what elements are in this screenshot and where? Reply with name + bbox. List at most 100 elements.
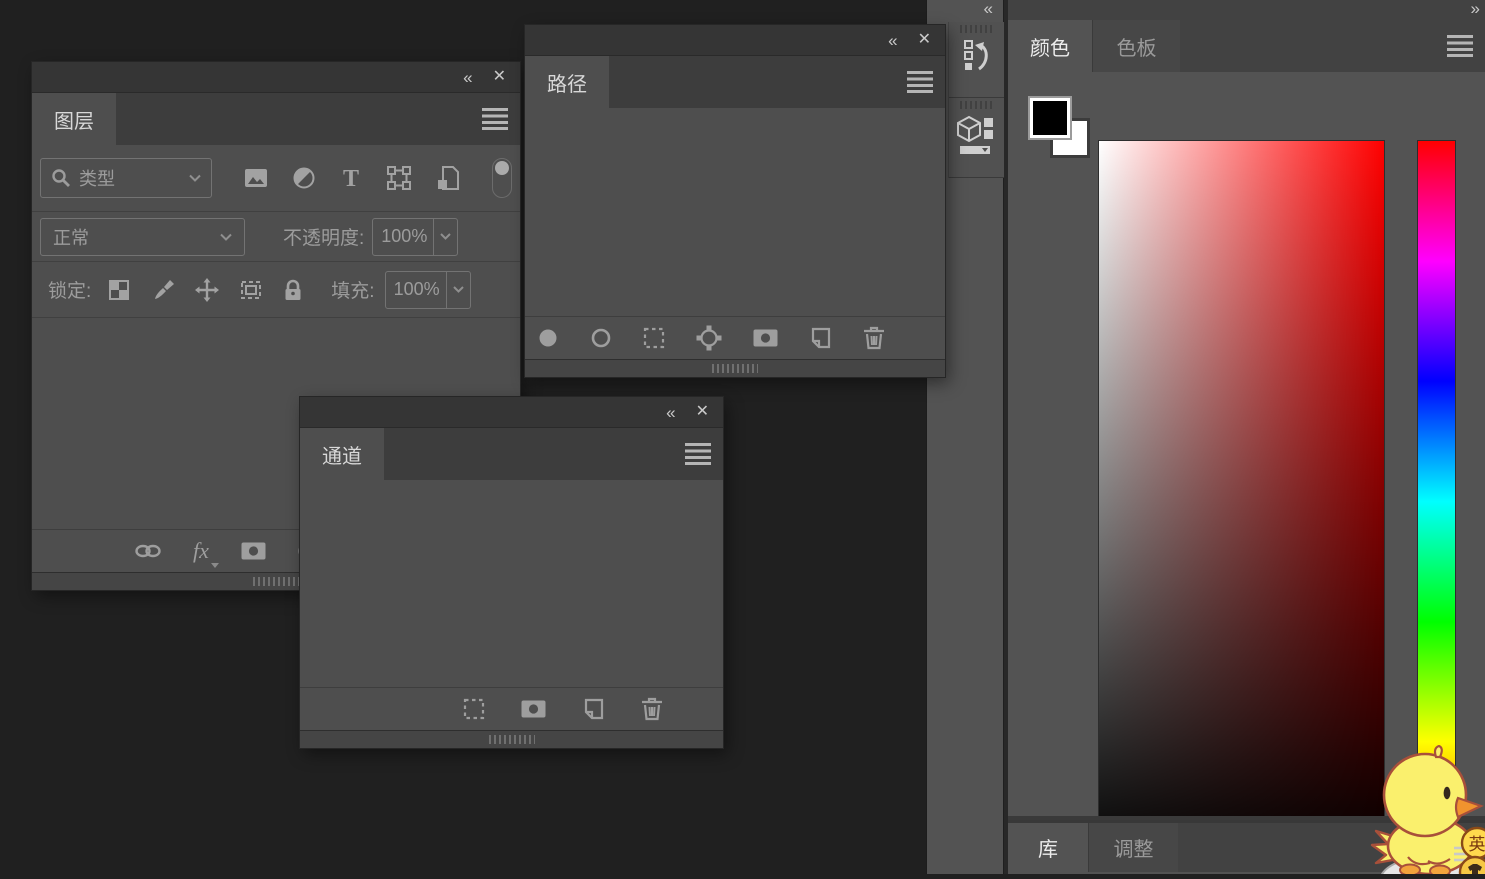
fill-dropdown[interactable] xyxy=(446,272,470,308)
filter-type-label: 类型 xyxy=(79,165,115,191)
layer-filter-toggle[interactable] xyxy=(492,158,512,198)
fill-input[interactable]: 100% xyxy=(385,271,471,309)
layer-filter-type-select[interactable]: 类型 xyxy=(40,158,212,198)
lock-all-icon[interactable] xyxy=(283,279,303,301)
history-panel-icon xyxy=(961,39,993,75)
fx-label: fx xyxy=(193,538,209,563)
close-panel-button[interactable]: ✕ xyxy=(696,404,709,420)
shape-layer-filter-icon[interactable] xyxy=(387,166,411,190)
foreground-color-swatch[interactable] xyxy=(1028,96,1072,140)
channels-footer xyxy=(300,687,723,730)
duck-foot xyxy=(1400,865,1420,875)
grip-hatch xyxy=(489,735,535,744)
paths-footer xyxy=(525,316,945,359)
tab-libraries[interactable]: 库 xyxy=(1008,823,1088,872)
lock-row: 锁定: xyxy=(32,262,520,318)
adjustment-layer-filter-icon[interactable] xyxy=(293,167,315,189)
ime-language-badge[interactable]: 英 xyxy=(1462,828,1485,858)
paths-list-empty xyxy=(525,108,945,316)
pixel-layer-filter-icon[interactable] xyxy=(244,168,268,188)
dock-header: » xyxy=(1008,0,1485,20)
close-panel-button[interactable]: ✕ xyxy=(918,32,931,48)
paths-panel: « ✕ 路径 xyxy=(525,25,945,377)
channels-list-empty xyxy=(300,480,723,687)
duck-foot xyxy=(1430,866,1450,875)
tab-adjustments[interactable]: 调整 xyxy=(1088,823,1178,872)
toggle-knob xyxy=(495,161,509,175)
duck-beak xyxy=(1456,798,1481,817)
delete-path-icon[interactable] xyxy=(863,326,885,350)
lock-transparency-icon[interactable] xyxy=(109,280,129,300)
load-channel-selection-icon[interactable] xyxy=(463,698,485,720)
link-layers-icon[interactable] xyxy=(135,544,161,558)
chevron-down-icon xyxy=(220,233,232,241)
foreground-color-fill xyxy=(1033,101,1067,135)
delete-channel-icon[interactable] xyxy=(641,697,663,721)
new-path-icon[interactable] xyxy=(809,327,832,349)
type-layer-filter-icon[interactable]: T xyxy=(340,167,362,189)
duck-mascot[interactable]: 英 xyxy=(1368,745,1485,874)
drag-grip[interactable] xyxy=(960,25,994,33)
panel-menu-icon[interactable] xyxy=(482,108,508,130)
tab-paths[interactable]: 路径 xyxy=(525,56,609,108)
duck-head xyxy=(1384,754,1466,836)
tab-channels[interactable]: 通道 xyxy=(300,428,384,480)
opacity-value: 100% xyxy=(373,226,433,247)
saturation-brightness-field[interactable] xyxy=(1098,140,1385,863)
panel-resize-grip[interactable] xyxy=(300,730,723,748)
strip-buttons xyxy=(948,22,1004,178)
smart-object-filter-icon[interactable] xyxy=(436,166,460,190)
fill-path-icon[interactable] xyxy=(537,327,559,349)
collapse-panel-button[interactable]: « xyxy=(666,404,675,421)
drag-grip[interactable] xyxy=(960,101,994,109)
load-path-selection-icon[interactable] xyxy=(643,327,665,349)
tab-swatches[interactable]: 色板 xyxy=(1092,20,1180,72)
collapse-strip-button[interactable]: « xyxy=(984,0,993,17)
3d-panel-button[interactable] xyxy=(949,98,1004,178)
lock-label: 锁定: xyxy=(48,276,91,303)
channels-titlebar[interactable]: « ✕ xyxy=(300,397,723,428)
lock-position-icon[interactable] xyxy=(195,278,219,302)
close-panel-button[interactable]: ✕ xyxy=(493,69,506,85)
lock-artboard-icon[interactable] xyxy=(239,279,263,301)
duck-eye xyxy=(1444,787,1451,799)
svg-text:T: T xyxy=(343,167,359,189)
panel-resize-grip[interactable] xyxy=(525,359,945,377)
layer-style-icon[interactable]: fx xyxy=(193,538,209,564)
opacity-input[interactable]: 100% xyxy=(372,218,458,256)
channels-panel: « ✕ 通道 xyxy=(300,397,723,748)
paths-tabrow: 路径 xyxy=(525,56,945,108)
layers-tabrow: 图层 xyxy=(32,93,520,145)
collapse-panel-button[interactable]: « xyxy=(463,69,472,86)
tab-layers[interactable]: 图层 xyxy=(32,93,116,145)
fx-dropdown-arrow xyxy=(211,563,219,568)
color-panel-tabs: 颜色 色板 xyxy=(1008,20,1485,72)
blend-mode-row: 正常 不透明度: 100% xyxy=(32,212,520,262)
grip-hatch xyxy=(712,364,758,373)
channels-tabrow: 通道 xyxy=(300,428,723,480)
add-layer-mask-icon[interactable] xyxy=(241,542,266,560)
panel-menu-icon[interactable] xyxy=(907,71,933,93)
layers-titlebar[interactable]: « ✕ xyxy=(32,62,520,93)
layer-filter-row: 类型 T xyxy=(32,145,520,212)
opacity-dropdown[interactable] xyxy=(433,219,457,255)
add-mask-icon[interactable] xyxy=(753,329,778,347)
chevron-down-icon xyxy=(440,233,451,240)
color-panel-content xyxy=(1008,72,1485,816)
blend-mode-select[interactable]: 正常 xyxy=(40,218,245,256)
search-icon xyxy=(51,168,71,188)
3d-panel-icon xyxy=(957,114,997,158)
new-channel-icon[interactable] xyxy=(582,698,605,720)
panel-menu-icon[interactable] xyxy=(685,443,711,465)
paths-titlebar[interactable]: « ✕ xyxy=(525,25,945,56)
history-panel-button[interactable] xyxy=(949,22,1004,98)
save-selection-channel-icon[interactable] xyxy=(521,700,546,718)
expand-dock-button[interactable]: » xyxy=(1471,0,1477,17)
stroke-path-icon[interactable] xyxy=(590,327,612,349)
tab-color[interactable]: 颜色 xyxy=(1008,20,1092,72)
collapse-panel-button[interactable]: « xyxy=(888,32,897,49)
panel-menu-icon[interactable] xyxy=(1447,35,1473,57)
make-work-path-icon[interactable] xyxy=(696,325,722,351)
lock-paint-icon[interactable] xyxy=(153,279,175,301)
right-dock: » 颜色 色板 库 调整 xyxy=(1004,0,1485,874)
